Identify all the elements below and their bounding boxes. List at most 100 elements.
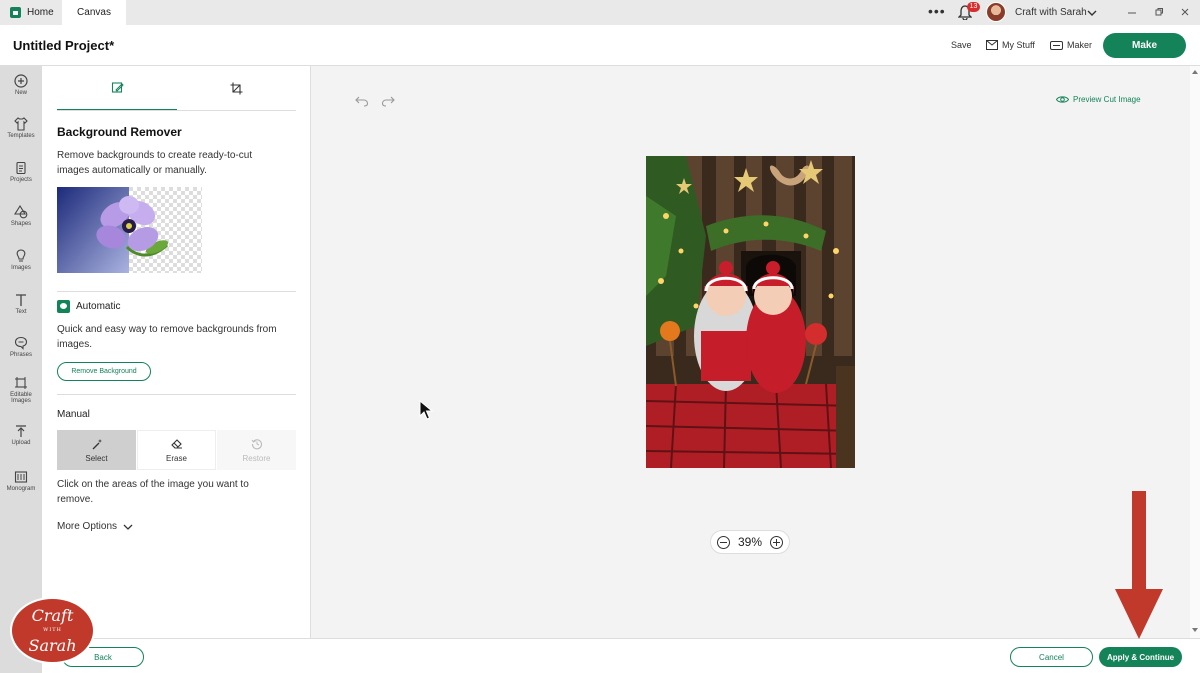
undo-icon[interactable] [355,95,369,107]
rail-item-monogram[interactable]: Monogram [0,470,42,492]
eraser-image-icon [111,82,124,93]
speech-icon [14,336,28,350]
tab-background-remover[interactable] [57,66,177,111]
tab-crop[interactable] [176,66,296,111]
manual-section-label: Manual [57,409,90,420]
my-stuff-button[interactable]: My Stuff [986,40,1035,50]
rail-label: Shapes [10,221,32,227]
machine-icon [1050,40,1063,50]
automatic-section-label: Automatic [57,300,120,313]
rail-label: Phrases [9,352,32,358]
rail-label: Editable Images [10,392,32,404]
canvas-scrollbar[interactable] [1190,66,1200,638]
rail-item-text[interactable]: Text [0,293,42,315]
shapes-icon [14,205,28,219]
logo-line-1: Craft [31,606,74,625]
restore-icon[interactable] [1154,7,1164,17]
minimize-icon[interactable] [1127,8,1137,18]
chevron-down-icon[interactable] [1087,8,1097,18]
logo-line-3: Sarah [28,636,77,655]
maker-button[interactable]: Maker [1050,40,1092,50]
tab-canvas[interactable]: Canvas [62,0,126,25]
background-removal-example-image [57,187,202,273]
restore-tool-label: Restore [242,453,271,463]
remove-background-button[interactable]: Remove Background [57,362,151,381]
image-canvas[interactable]: Preview Cut Image 39% [311,66,1190,638]
select-tool-button[interactable]: Select [57,430,136,470]
tab-home[interactable]: Home [0,0,62,25]
preview-cut-image-button[interactable]: Preview Cut Image [1056,95,1141,104]
zoom-level: 39% [737,535,763,549]
my-stuff-label: My Stuff [1002,40,1035,50]
restore-tool-button[interactable]: Restore [217,430,296,470]
rail-item-new[interactable]: New [0,74,42,96]
scroll-down-icon[interactable] [1190,626,1200,634]
rail-item-upload[interactable]: Upload [0,424,42,446]
rail-item-shapes[interactable]: Shapes [0,205,42,227]
rail-item-phrases[interactable]: Phrases [0,336,42,358]
text-icon [16,294,26,306]
rail-item-projects[interactable]: Projects [0,161,42,183]
apply-continue-button[interactable]: Apply & Continue [1099,647,1182,667]
rail-item-editable-images[interactable]: Editable Images [0,376,42,404]
monogram-icon [14,471,28,483]
upload-icon [16,425,26,437]
save-label: Save [951,40,972,50]
rail-label: Templates [7,133,35,139]
rail-label: Images [11,265,31,271]
manual-hint: Click on the areas of the image you want… [57,479,249,505]
lightbulb-icon [16,249,26,262]
make-button[interactable]: Make [1103,33,1186,58]
cancel-button[interactable]: Cancel [1010,647,1093,667]
magic-wand-icon [92,438,102,449]
maker-label: Maker [1067,40,1093,50]
window-tab-bar: Home Canvas ••• 13 Craft with Sarah [0,0,1200,25]
more-menu-icon[interactable]: ••• [928,3,946,19]
plus-circle-icon [14,74,28,88]
section-divider [57,291,296,292]
auto-remove-icon [57,300,70,313]
save-button[interactable]: Save [951,40,972,50]
chevron-down-icon [123,524,133,530]
editable-image-icon [15,377,27,389]
zoom-control: 39% [710,530,790,554]
rail-item-images[interactable]: Images [0,249,42,271]
tab-canvas-label: Canvas [77,7,111,18]
projects-icon [16,161,26,175]
avatar[interactable] [986,2,1006,22]
project-title[interactable]: Untitled Project* [13,38,114,53]
automatic-label: Automatic [76,301,121,312]
annotation-arrow-icon [1115,491,1163,639]
more-options-label: More Options [57,521,118,532]
shirt-icon [14,117,28,131]
panel-description: Remove backgrounds to create ready-to-cu… [57,150,253,176]
rail-label: New [14,90,27,96]
home-icon [10,7,21,18]
notification-badge: 13 [967,2,980,12]
select-tool-label: Select [85,453,108,463]
uploaded-photo[interactable] [646,156,855,468]
redo-icon[interactable] [381,95,395,107]
history-icon [251,438,262,449]
zoom-out-icon[interactable] [717,535,730,549]
eraser-icon [170,438,182,449]
account-name[interactable]: Craft with Sarah [1015,7,1087,18]
footer-bar: Back Cancel Apply & Continue [42,638,1200,673]
rail-label: Upload [11,440,31,446]
left-toolbar: New Templates Projects Shapes Images Tex… [0,66,42,673]
erase-tool-button[interactable]: Erase [137,430,216,470]
section-divider [57,394,296,395]
project-header: Untitled Project* Save My Stuff Maker Ma… [0,25,1200,66]
panel-title: Background Remover [57,125,182,139]
erase-tool-label: Erase [166,453,187,463]
rail-label: Text [15,309,27,315]
more-options-toggle[interactable]: More Options [57,521,133,532]
close-icon[interactable] [1180,7,1190,17]
rail-label: Projects [10,177,32,183]
background-remover-panel: Background Remover Remove backgrounds to… [42,66,311,638]
tab-divider [57,110,296,111]
zoom-in-icon[interactable] [770,535,783,549]
rail-item-templates[interactable]: Templates [0,117,42,139]
crop-icon [230,82,242,95]
scroll-up-icon[interactable] [1190,68,1200,76]
